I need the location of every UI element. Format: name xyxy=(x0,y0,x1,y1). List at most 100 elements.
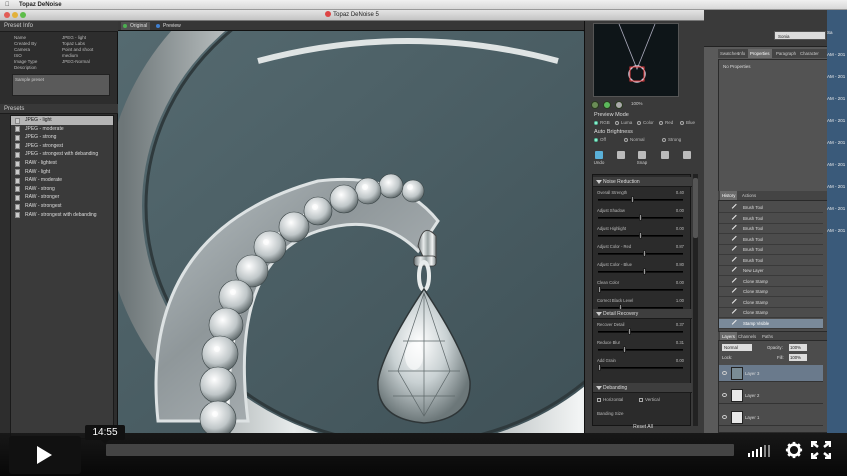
navigator-thumbnail[interactable] xyxy=(593,23,679,97)
reset-all-button[interactable]: Reset All xyxy=(615,423,671,432)
info-button[interactable] xyxy=(677,149,697,169)
slider-value[interactable]: 1.00 xyxy=(676,298,684,303)
preset-item[interactable]: RAW - lightest xyxy=(11,159,113,168)
radio-luma[interactable]: Luma xyxy=(615,120,632,125)
zoom-in-button[interactable] xyxy=(615,101,623,109)
slider-value[interactable]: 0.00 xyxy=(676,358,684,363)
apple-icon[interactable]:  xyxy=(5,0,10,10)
slider-handle[interactable] xyxy=(598,364,601,371)
detail-recovery-header[interactable]: Detail Recovery xyxy=(593,309,692,319)
settings-gear-icon[interactable] xyxy=(785,441,803,459)
close-window-button[interactable] xyxy=(4,12,10,18)
preset-item[interactable]: RAW - moderate xyxy=(11,176,113,185)
preset-item[interactable]: RAW - strong xyxy=(11,185,113,194)
slider-value[interactable]: 0.37 xyxy=(676,322,684,327)
preset-item[interactable]: JPEG - light xyxy=(11,116,113,125)
adjustment-slider[interactable]: Adjust Shadow 0.00 xyxy=(597,208,688,223)
slider-value[interactable]: 0.40 xyxy=(676,190,684,195)
preset-item[interactable]: RAW - stronger xyxy=(11,193,113,202)
tab-paragraph[interactable]: Paragraph xyxy=(776,49,796,58)
history-item[interactable]: Clone Stamp xyxy=(719,298,823,308)
preset-item[interactable]: JPEG - moderate xyxy=(11,125,113,134)
presets-list[interactable]: JPEG - light JPEG - moderate JPEG - stro… xyxy=(10,115,114,439)
history-item[interactable]: Clone Stamp xyxy=(719,308,823,318)
history-panel[interactable]: Brush Tool Brush Tool Brush Tool Brush Tool… xyxy=(718,200,830,332)
history-item[interactable]: Stamp Visible xyxy=(719,318,823,329)
adjustment-slider[interactable]: Adjust Highlight 0.00 xyxy=(597,226,688,241)
play-button[interactable] xyxy=(9,436,81,474)
minimize-window-button[interactable] xyxy=(12,12,18,18)
preset-item[interactable]: RAW - light xyxy=(11,168,113,177)
slider-handle[interactable] xyxy=(643,268,647,275)
preset-item[interactable]: JPEG - strongest xyxy=(11,142,113,151)
adjustment-slider[interactable]: Recover Detail 0.37 xyxy=(597,322,688,337)
adjustments-scrollbar[interactable] xyxy=(693,174,698,426)
slider-track[interactable] xyxy=(598,199,683,201)
slider-track[interactable] xyxy=(598,349,683,351)
desktop-file-label[interactable]: AM - 201 xyxy=(827,96,845,101)
history-item[interactable]: Clone Stamp xyxy=(719,277,823,287)
tab-swatches[interactable]: Swatches xyxy=(720,49,739,58)
adjustment-slider[interactable]: Adjust Color - Red 0.87 xyxy=(597,244,688,259)
tab-preview[interactable]: Preview xyxy=(154,22,184,30)
slider-value[interactable]: 0.00 xyxy=(676,208,684,213)
workspace-select[interactable]: Sonia xyxy=(774,31,826,40)
layer-row[interactable]: Layer 1 xyxy=(719,409,823,426)
tab-original[interactable]: Original xyxy=(121,22,151,30)
debanding-header[interactable]: Debanding xyxy=(593,383,692,393)
slider-value[interactable]: 0.00 xyxy=(676,280,684,285)
visibility-eye-icon[interactable] xyxy=(722,415,727,419)
slider-track[interactable] xyxy=(598,289,683,291)
tab-history[interactable]: History xyxy=(720,191,738,200)
visibility-eye-icon[interactable] xyxy=(722,371,727,375)
radio-strong[interactable]: Strong xyxy=(662,137,681,142)
vertical-checkbox[interactable]: Vertical xyxy=(639,397,660,402)
adjustment-slider[interactable]: Clean Color 0.00 xyxy=(597,280,688,295)
visibility-eye-icon[interactable] xyxy=(722,393,727,397)
layer-row[interactable]: Layer 2 xyxy=(719,387,823,404)
slider-value[interactable]: 0.00 xyxy=(676,226,684,231)
zoom-out-button[interactable] xyxy=(591,101,599,109)
undo-button[interactable]: Undo xyxy=(589,149,609,169)
tab-actions[interactable]: Actions xyxy=(742,191,756,200)
adjustment-slider[interactable]: Adjust Color - Blue 0.80 xyxy=(597,262,688,277)
adjustment-slider[interactable]: Reduce Blur 0.31 xyxy=(597,340,688,355)
compare-button[interactable] xyxy=(611,149,631,169)
noise-reduction-header[interactable]: Noise Reduction xyxy=(593,177,692,187)
desktop-file-label[interactable]: AM - 201 xyxy=(827,74,845,79)
slider-handle[interactable] xyxy=(639,232,642,239)
blend-mode-select[interactable]: Normal xyxy=(722,344,752,351)
desktop-file-label[interactable]: AM - 201 xyxy=(827,118,845,123)
slider-track[interactable] xyxy=(598,331,683,333)
snapshot-list-button[interactable] xyxy=(655,149,675,169)
desktop-file-label[interactable]: AM - 201 xyxy=(827,206,845,211)
volume-icon[interactable] xyxy=(748,445,774,457)
history-item[interactable]: Brush Tool xyxy=(719,224,823,234)
progress-bar[interactable] xyxy=(106,444,734,456)
slider-track[interactable] xyxy=(598,253,683,255)
fullscreen-icon[interactable] xyxy=(811,441,831,459)
slider-value[interactable]: 0.87 xyxy=(676,244,684,249)
slider-handle[interactable] xyxy=(623,346,627,353)
radio-normal[interactable]: Normal xyxy=(624,137,645,142)
slider-value[interactable]: 0.31 xyxy=(676,340,684,345)
radio-rgb[interactable]: RGB xyxy=(594,120,610,125)
layer-row[interactable]: Layer 3 xyxy=(719,365,823,382)
history-item[interactable]: Brush Tool xyxy=(719,245,823,255)
slider-value[interactable]: 0.80 xyxy=(676,262,684,267)
slider-handle[interactable] xyxy=(628,328,632,335)
desktop-file-label[interactable]: AM - 201 xyxy=(827,52,845,57)
radio-off[interactable]: Off xyxy=(594,137,606,142)
zoom-fit-button[interactable] xyxy=(603,101,611,109)
history-item[interactable]: Brush Tool xyxy=(719,256,823,266)
slider-handle[interactable] xyxy=(639,214,642,221)
tab-info[interactable]: Info xyxy=(738,49,745,58)
preset-item[interactable]: JPEG - strong xyxy=(11,133,113,142)
desktop-file-label[interactable]: AM - 201 xyxy=(827,184,845,189)
slider-handle[interactable] xyxy=(598,286,601,293)
slider-track[interactable] xyxy=(598,367,683,369)
image-canvas[interactable] xyxy=(118,31,584,433)
preset-item[interactable]: RAW - strongest xyxy=(11,202,113,211)
adjustment-slider[interactable]: Add Grain 0.00 xyxy=(597,358,688,373)
opacity-field[interactable]: 100% xyxy=(789,344,807,351)
